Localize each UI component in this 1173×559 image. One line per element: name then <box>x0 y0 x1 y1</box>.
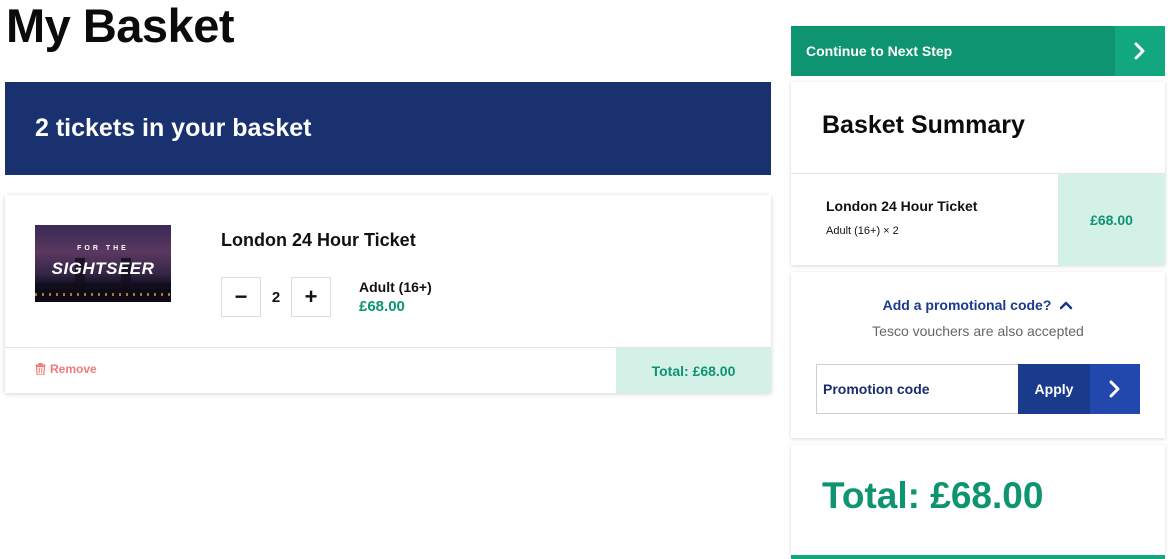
fare-price: £68.00 <box>359 298 405 315</box>
remove-label: Remove <box>50 362 97 376</box>
chevron-right-icon <box>1090 364 1140 414</box>
trash-icon <box>35 363 46 375</box>
quantity-value: 2 <box>271 288 281 306</box>
ticket-name: London 24 Hour Ticket <box>221 230 416 250</box>
promo-card: Add a promotional code? Tesco vouchers a… <box>791 272 1165 438</box>
chevron-right-icon <box>1115 26 1165 76</box>
promo-toggle[interactable]: Add a promotional code? <box>791 297 1165 313</box>
promo-toggle-label: Add a promotional code? <box>882 297 1052 313</box>
summary-item-name: London 24 Hour Ticket <box>826 198 978 214</box>
summary-title: Basket Summary <box>822 111 1025 139</box>
basket-summary: Basket Summary London 24 Hour Ticket Adu… <box>791 82 1165 265</box>
summary-item-qty: Adult (16+) × 2 <box>826 225 899 237</box>
ticket-image-subtitle: FOR THE <box>77 245 129 252</box>
ticket-card: FOR THE SIGHTSEER London 24 Hour Ticket … <box>5 195 771 393</box>
grand-total: Total: £68.00 <box>822 475 1044 516</box>
increment-button[interactable]: + <box>291 277 331 317</box>
ticket-card-footer: Remove Total: £68.00 <box>5 347 771 393</box>
summary-item-price: £68.00 <box>1058 174 1165 265</box>
apply-label: Apply <box>1034 381 1074 397</box>
ticket-total: Total: £68.00 <box>616 348 771 393</box>
decrement-button[interactable]: − <box>221 277 261 317</box>
continue-label: Continue to Next Step <box>806 43 953 59</box>
basket-count-banner: 2 tickets in your basket <box>5 82 771 175</box>
summary-row: London 24 Hour Ticket Adult (16+) × 2 £6… <box>791 173 1165 265</box>
fare-type: Adult (16+) <box>359 279 432 295</box>
remove-button[interactable]: Remove <box>35 362 97 376</box>
promo-note: Tesco vouchers are also accepted <box>872 323 1084 339</box>
quantity-stepper: − 2 + <box>221 277 331 317</box>
ticket-image: FOR THE SIGHTSEER <box>35 225 171 302</box>
chevron-up-icon <box>1060 301 1073 310</box>
promo-code-input[interactable] <box>816 364 1018 414</box>
apply-button[interactable]: Apply <box>1018 364 1140 414</box>
promo-form: Apply <box>816 364 1140 414</box>
ticket-image-title: SIGHTSEER <box>51 259 155 278</box>
continue-button[interactable]: Continue to Next Step <box>791 26 1165 76</box>
grand-total-card: Total: £68.00 <box>791 445 1165 559</box>
page-title: My Basket <box>6 0 235 52</box>
